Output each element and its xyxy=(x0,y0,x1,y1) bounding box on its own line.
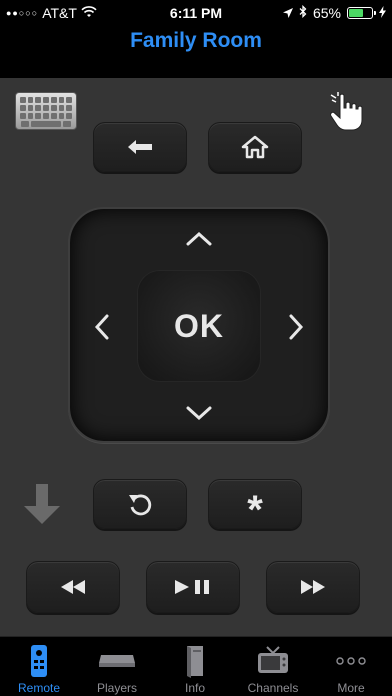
nav-bar: Family Room xyxy=(0,26,392,78)
home-icon xyxy=(241,135,269,159)
tab-label: Channels xyxy=(247,681,299,695)
tab-players[interactable]: Players xyxy=(78,637,156,696)
left-button[interactable] xyxy=(88,308,116,346)
chevron-left-icon xyxy=(94,314,109,340)
options-label: * xyxy=(247,488,263,532)
status-bar: ●●○○○ AT&T 6:11 PM 65% xyxy=(0,0,392,26)
gesture-mode-button[interactable] xyxy=(328,92,364,132)
tab-more[interactable]: More xyxy=(312,637,390,696)
remote-icon xyxy=(0,643,78,679)
play-pause-icon xyxy=(175,580,209,594)
back-button[interactable] xyxy=(93,122,187,172)
battery-fill xyxy=(349,9,364,17)
bluetooth-icon xyxy=(299,4,307,21)
tab-channels[interactable]: Channels xyxy=(234,637,312,696)
charging-icon xyxy=(379,5,386,21)
tab-label: More xyxy=(337,681,365,695)
page-title: Family Room xyxy=(130,29,262,52)
location-icon xyxy=(282,5,293,21)
tab-bar: Remote Players Info Channels More xyxy=(0,636,392,696)
rewind-icon xyxy=(61,580,85,594)
player-box-icon xyxy=(78,643,156,679)
up-button[interactable] xyxy=(180,226,218,252)
chevron-up-icon xyxy=(186,231,212,246)
down-button[interactable] xyxy=(180,400,218,426)
tab-label: Players xyxy=(96,681,137,695)
chevron-right-icon xyxy=(289,314,304,340)
tab-label: Remote xyxy=(17,681,61,695)
down-arrow-icon[interactable] xyxy=(20,480,64,528)
right-button[interactable] xyxy=(282,308,310,346)
hand-pointer-icon xyxy=(330,92,363,131)
fast-forward-icon xyxy=(301,580,325,594)
fast-forward-button[interactable] xyxy=(266,561,360,613)
home-button[interactable] xyxy=(208,122,302,172)
tab-info[interactable]: Info xyxy=(156,637,234,696)
tv-icon xyxy=(234,643,312,679)
options-button[interactable]: * xyxy=(208,479,302,532)
replay-icon xyxy=(129,494,152,516)
chevron-down-icon xyxy=(186,406,212,421)
tab-remote[interactable]: Remote xyxy=(0,637,78,696)
book-icon xyxy=(156,643,234,679)
play-pause-button[interactable] xyxy=(146,561,240,613)
back-arrow-icon xyxy=(128,140,152,154)
keyboard-button[interactable] xyxy=(15,92,77,130)
battery-percent: 65% xyxy=(312,5,341,21)
ok-button[interactable]: OK xyxy=(138,271,260,381)
battery-icon xyxy=(347,7,376,19)
more-dots-icon xyxy=(312,643,390,679)
tab-label: Info xyxy=(184,681,205,695)
rewind-button[interactable] xyxy=(26,561,120,613)
instant-replay-button[interactable] xyxy=(93,479,187,529)
status-right: 65% xyxy=(282,4,386,21)
